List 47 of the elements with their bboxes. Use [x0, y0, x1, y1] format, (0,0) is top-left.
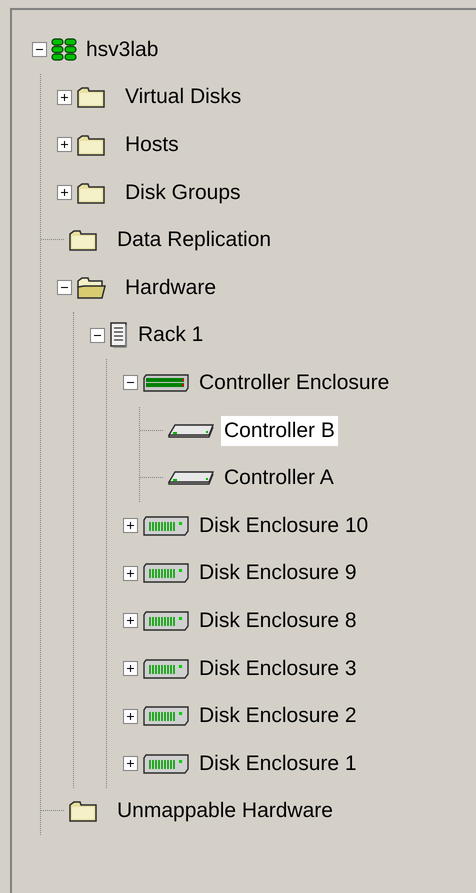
disk-enclosure-icon: [142, 658, 190, 680]
expand-toggle[interactable]: [57, 185, 72, 200]
folder-icon: [68, 800, 98, 822]
expand-toggle[interactable]: [57, 137, 72, 152]
tree-item[interactable]: Hosts: [122, 130, 182, 160]
folder-icon: [76, 134, 106, 156]
folder-icon: [76, 86, 106, 108]
tree-item[interactable]: hsv3lab: [83, 34, 162, 65]
enclosure-icon: [142, 372, 190, 393]
disk-enclosure-icon: [142, 514, 190, 537]
storage-system-icon: [51, 38, 77, 62]
expand-toggle[interactable]: [123, 518, 138, 534]
rack-icon: [109, 322, 129, 348]
tree-item[interactable]: Disk Enclosure 1: [196, 748, 360, 779]
collapse-toggle[interactable]: [32, 42, 47, 58]
tree-item[interactable]: Virtual Disks: [122, 82, 244, 112]
expand-toggle[interactable]: [57, 90, 72, 105]
disk-enclosure-icon: [142, 705, 190, 728]
tree-item[interactable]: Disk Enclosure 2: [196, 701, 360, 732]
tree-item[interactable]: Disk Enclosure 3: [196, 654, 360, 684]
tree-item[interactable]: Disk Groups: [122, 178, 244, 208]
tree-item[interactable]: Controller A: [221, 463, 337, 494]
expand-toggle[interactable]: [123, 756, 138, 772]
open-folder-icon: [76, 276, 106, 299]
controller-icon: [167, 470, 215, 486]
tree-item[interactable]: Hardware: [122, 272, 220, 303]
tree-item[interactable]: Disk Enclosure 9: [196, 558, 360, 588]
expand-toggle[interactable]: [123, 613, 138, 628]
controller-icon: [167, 422, 215, 439]
tree-item[interactable]: Controller B: [221, 416, 338, 446]
tree-item[interactable]: Data Replication: [114, 225, 274, 256]
tree-item[interactable]: Disk Enclosure 8: [196, 606, 360, 636]
disk-enclosure-icon: [142, 562, 190, 584]
disk-enclosure-icon: [142, 610, 190, 632]
expand-toggle[interactable]: [123, 566, 138, 581]
tree-item[interactable]: Unmappable Hardware: [114, 796, 336, 826]
tree-item[interactable]: Controller Enclosure: [196, 368, 392, 398]
expand-toggle[interactable]: [123, 708, 138, 724]
expand-toggle[interactable]: [123, 661, 138, 676]
folder-icon: [68, 229, 98, 252]
disk-enclosure-icon: [142, 752, 190, 775]
tree-item[interactable]: Disk Enclosure 10: [196, 510, 372, 541]
tree-item[interactable]: Rack 1: [135, 320, 206, 350]
collapse-toggle[interactable]: [57, 280, 72, 296]
collapse-toggle[interactable]: [90, 328, 105, 343]
collapse-toggle[interactable]: [123, 375, 138, 390]
folder-icon: [76, 182, 106, 204]
